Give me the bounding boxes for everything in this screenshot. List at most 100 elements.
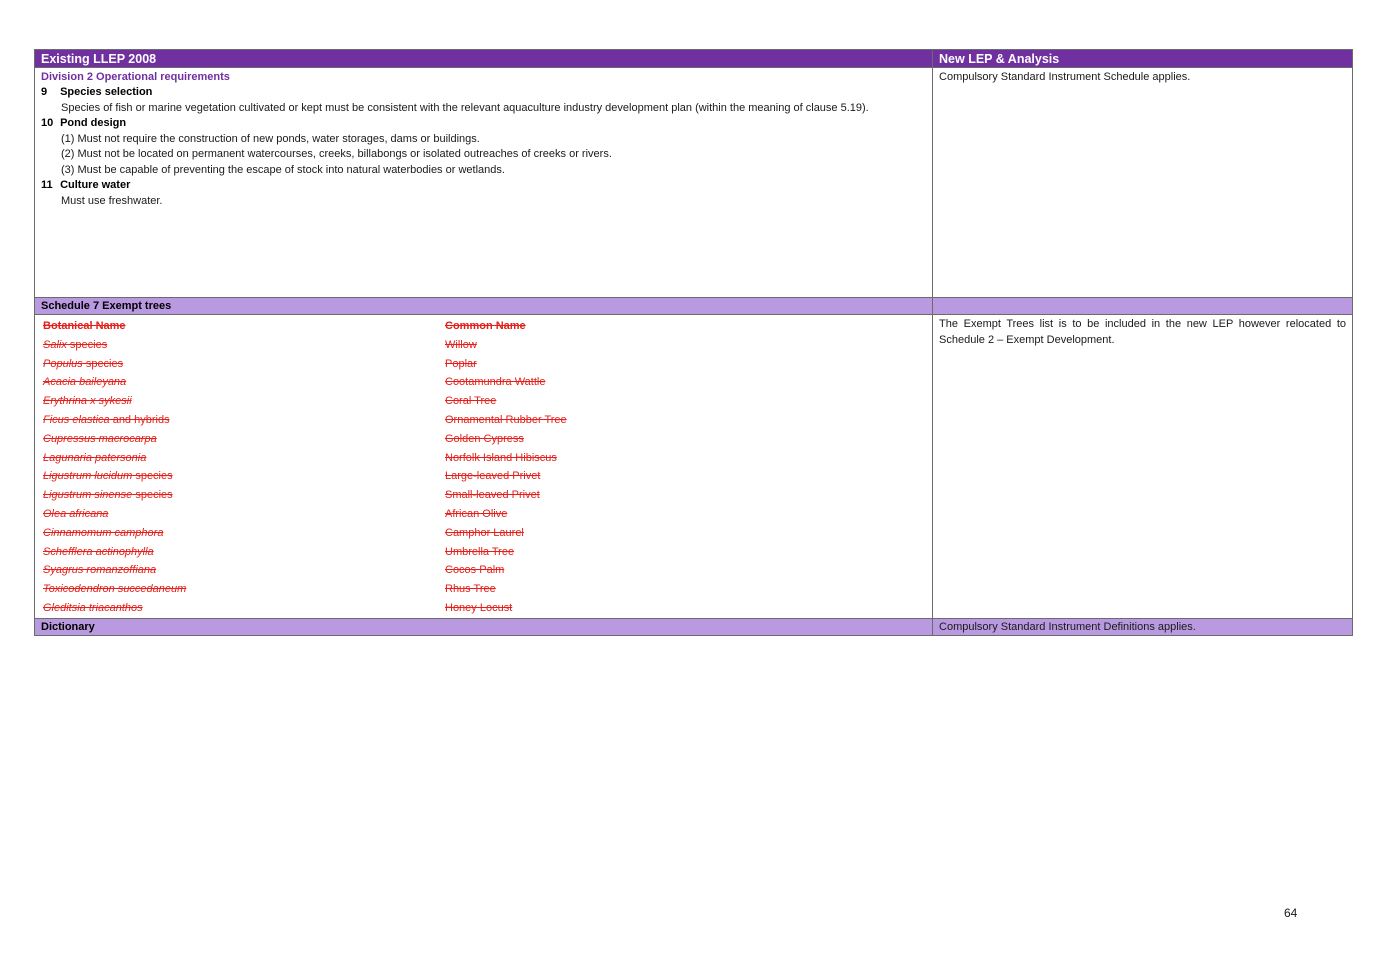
botanical-name-italic: Salix — [43, 338, 67, 351]
clause-11-title: Culture water — [60, 179, 131, 191]
schedule7-blank-cell — [932, 297, 1353, 315]
division-existing-cell: Division 2 Operational requirements 9 Sp… — [33, 67, 934, 298]
schedule7-title: Schedule 7 Exempt trees — [41, 300, 172, 312]
tree-row: Acacia baileyana Cootamundra Wattle — [43, 373, 926, 392]
clause-11-number: 11 — [41, 179, 53, 191]
common-name: African Olive — [445, 507, 508, 520]
clause-10-heading: 10 Pond design — [41, 116, 926, 132]
tree-row: Cinnamomum camphora Camphor Laurel — [43, 524, 926, 543]
clause-9-text: Species of fish or marine vegetation cul… — [61, 101, 869, 114]
page-number: 64 — [1284, 906, 1298, 920]
botanical-name-italic: Lagunaria patersonia — [43, 451, 147, 464]
common-name: Large-leaved Privet — [445, 470, 541, 483]
botanical-name: Toxicodendron succedaneum — [43, 583, 186, 595]
header-new-label: New LEP & Analysis — [939, 52, 1060, 66]
tree-row: Ficus elastica and hybrids Ornamental Rub… — [43, 411, 926, 430]
botanical-name-suffix: species — [66, 338, 108, 351]
botanical-name-italic: Populus — [43, 357, 83, 370]
header-existing-label: Existing LLEP 2008 — [41, 52, 157, 66]
schedule7-analysis-cell: The Exempt Trees list is to be included … — [932, 314, 1353, 619]
botanical-name: Erythrina x sykesii — [43, 395, 132, 407]
botanical-name-italic: Acacia baileyana — [43, 376, 127, 389]
clause-10-item-1: (1) Must not require the construction of… — [61, 132, 480, 145]
tree-row: Gleditsia triacanthos Honey Locust — [43, 599, 926, 618]
schedule7-content-row: Botanical Name Common Name Salix species… — [33, 314, 1353, 619]
botanical-name: Populus species — [43, 358, 123, 370]
common-name: Camphor Laurel — [445, 526, 524, 539]
common-name: Golden Cypress — [445, 432, 524, 445]
botanical-name: Ficus elastica and hybrids — [43, 414, 170, 426]
botanical-name-italic: Syagrus romanzoffiana — [43, 564, 157, 577]
botanical-name-italic: Cinnamomum camphora — [43, 526, 164, 539]
botanical-name-italic: Olea africana — [43, 507, 109, 520]
botanical-name-suffix: and hybrids — [109, 413, 170, 426]
clause-9-heading: 9 Species selection — [41, 85, 926, 101]
common-name: Norfolk Island Hibiscus — [445, 451, 557, 464]
tree-row: Olea africana African Olive — [43, 505, 926, 524]
common-name: Cootamundra Wattle — [445, 376, 546, 389]
common-name: Willow — [445, 338, 477, 351]
tree-row: Toxicodendron succedaneum Rhus Tree — [43, 580, 926, 599]
common-name: Rhus Tree — [445, 583, 496, 596]
comparison-table: Existing LLEP 2008 New LEP & Analysis Di… — [33, 49, 1353, 636]
header-existing: Existing LLEP 2008 — [33, 49, 934, 68]
common-name: Cocos Palm — [445, 564, 505, 577]
tree-list: Salix species Willow Populus species Poplar… — [43, 336, 926, 618]
botanical-name-header: Botanical Name — [43, 320, 126, 332]
common-name: Small-leaved Privet — [445, 489, 540, 502]
common-name: Umbrella Tree — [445, 545, 515, 558]
botanical-name: Syagrus romanzoffiana — [43, 564, 156, 576]
common-name-header: Common Name — [445, 320, 526, 332]
clause-10-item-2: (2) Must not be located on permanent wat… — [61, 148, 612, 160]
clause-11-text: Must use freshwater. — [61, 194, 163, 207]
tree-row: Erythrina x sykesii Coral Tree — [43, 392, 926, 411]
botanical-name: Salix species — [43, 339, 107, 351]
dictionary-row: Dictionary Compulsory Standard Instrumen… — [33, 617, 1353, 636]
tree-row: Lagunaria patersonia Norfolk Island Hibis… — [43, 449, 926, 468]
clause-9-title: Species selection — [60, 86, 153, 98]
tree-row: Schefflera actinophylla Umbrella Tree — [43, 543, 926, 562]
botanical-name-suffix: species — [132, 470, 173, 483]
schedule7-analysis-text: The Exempt Trees list is to be included … — [939, 318, 1346, 346]
division-analysis-text: Compulsory Standard Instrument Schedule … — [939, 71, 1191, 83]
tree-list-header: Botanical Name Common Name — [43, 317, 926, 336]
division-analysis-cell: Compulsory Standard Instrument Schedule … — [932, 67, 1353, 298]
botanical-name: Ligustrum lucidum species — [43, 470, 173, 482]
botanical-name-suffix: species — [132, 489, 173, 502]
dictionary-analysis-cell: Compulsory Standard Instrument Definitio… — [932, 617, 1353, 636]
botanical-name: Ligustrum sinense species — [43, 489, 173, 501]
tree-row: Ligustrum sinense species Small-leaved Pr… — [43, 486, 926, 505]
tree-row: Populus species Poplar — [43, 355, 926, 374]
tree-row: Ligustrum lucidum species Large-leaved Pr… — [43, 467, 926, 486]
botanical-name-italic: Erythrina x sykesii — [43, 395, 132, 408]
botanical-name-italic: Ligustrum sinense — [43, 489, 133, 502]
clause-10-item-3: (3) Must be capable of preventing the es… — [61, 163, 505, 176]
botanical-name-suffix: species — [82, 357, 124, 370]
tree-row: Syagrus romanzoffiana Cocos Palm — [43, 561, 926, 580]
common-name: Coral Tree — [445, 395, 497, 408]
botanical-name: Cinnamomum camphora — [43, 527, 163, 539]
botanical-name-italic: Cupressus macrocarpa — [43, 432, 157, 445]
tree-row: Salix species Willow — [43, 336, 926, 355]
common-name: Honey Locust — [445, 601, 513, 614]
clause-10-number: 10 — [41, 117, 54, 129]
clause-10-title: Pond design — [60, 117, 127, 129]
clause-11-heading: 11 Culture water — [41, 178, 926, 194]
header-new: New LEP & Analysis — [932, 49, 1353, 68]
botanical-name: Lagunaria patersonia — [43, 452, 146, 464]
dictionary-analysis-text: Compulsory Standard Instrument Definitio… — [939, 620, 1196, 633]
division-title: Division 2 Operational requirements — [41, 71, 230, 83]
botanical-name: Olea africana — [43, 508, 108, 520]
botanical-name-italic: Gleditsia triacanthos — [43, 601, 143, 614]
schedule7-section-row: Schedule 7 Exempt trees — [33, 297, 1353, 315]
botanical-name-italic: Ficus elastica — [43, 413, 110, 426]
schedule7-title-cell: Schedule 7 Exempt trees — [33, 297, 934, 315]
division-row: Division 2 Operational requirements 9 Sp… — [33, 67, 1353, 298]
botanical-name: Gleditsia triacanthos — [43, 602, 143, 614]
exempt-trees-cell: Botanical Name Common Name Salix species… — [33, 314, 934, 619]
botanical-name-italic: Schefflera actinophylla — [43, 545, 154, 558]
tree-row: Cupressus macrocarpa Golden Cypress — [43, 430, 926, 449]
dictionary-title: Dictionary — [41, 620, 95, 633]
botanical-name: Schefflera actinophylla — [43, 546, 154, 558]
clause-9-number: 9 — [41, 86, 48, 98]
